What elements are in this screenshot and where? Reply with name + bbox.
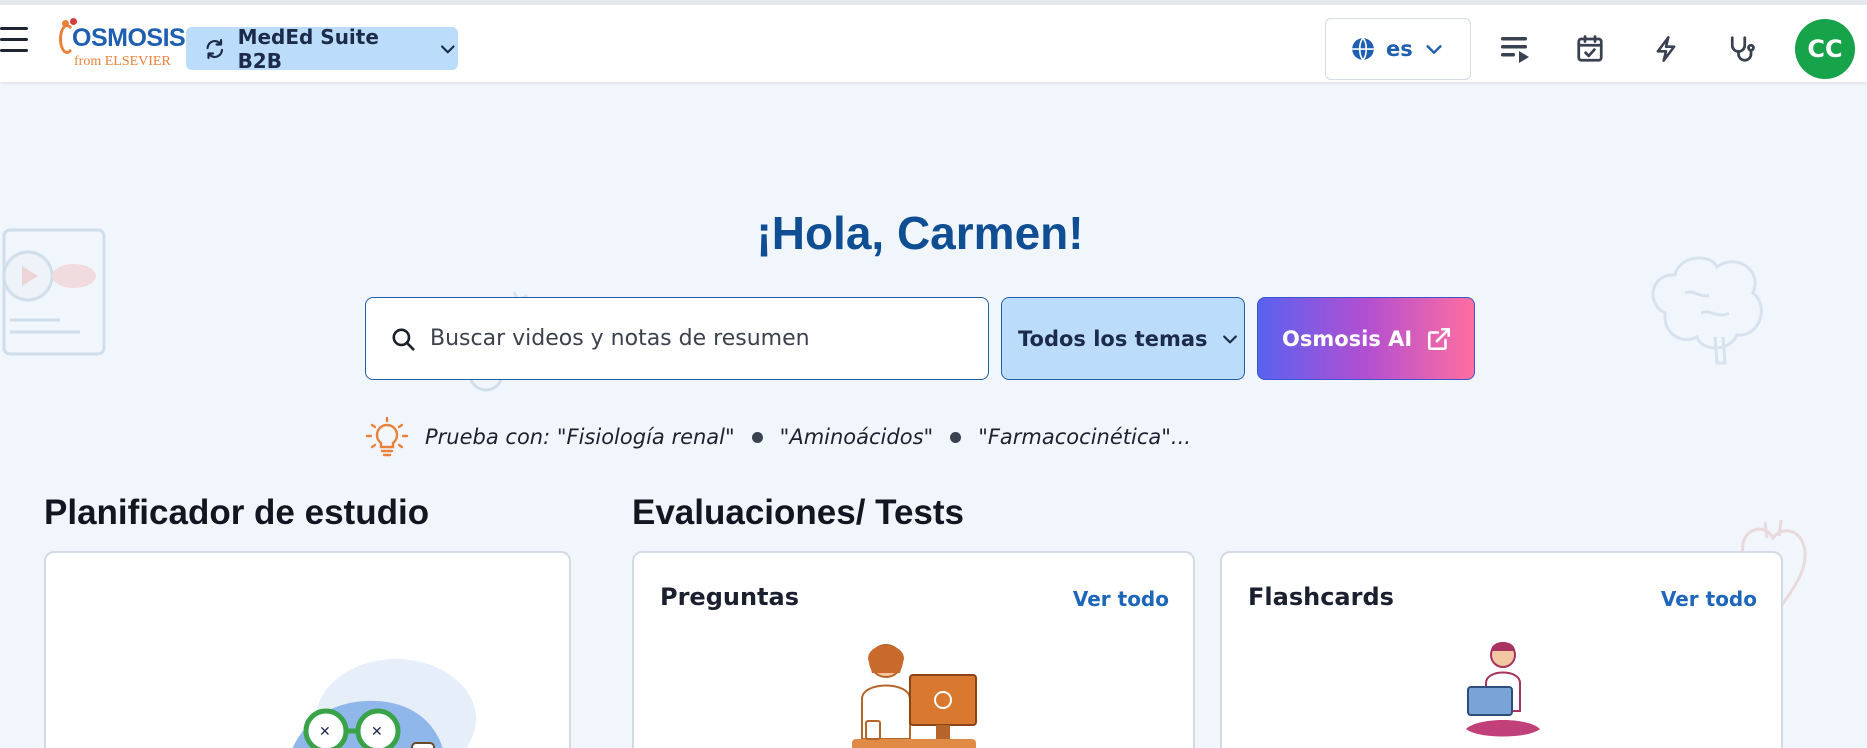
chevron-down-icon (441, 44, 455, 53)
topics-label: Todos los temas (1018, 326, 1208, 351)
search-icon (392, 327, 415, 351)
search-suggestions: Prueba con: "Fisiología renal" "Aminoáci… (365, 417, 1191, 457)
stethoscope-icon[interactable] (1724, 32, 1758, 66)
suite-label: MedEd Suite B2B (237, 24, 379, 73)
student-computer-illustration (852, 644, 977, 748)
topics-dropdown[interactable]: Todos los temas (1001, 297, 1245, 380)
study-planner-title: Planificador de estudio (44, 493, 430, 532)
questions-card-title: Preguntas (660, 583, 800, 611)
chevron-down-icon (1426, 45, 1442, 54)
suggestion-fisiologia-renal[interactable]: Prueba con: "Fisiología renal" (425, 425, 735, 449)
study-mascot-illustration: ✕ ✕ (292, 659, 476, 748)
study-planner-card[interactable]: ✕ ✕ (44, 551, 571, 748)
calendar-check-icon[interactable] (1573, 32, 1607, 66)
suggestion-aminoacidos[interactable]: "Aminoácidos" (780, 425, 934, 449)
flashcards-view-all-link[interactable]: Ver todo (1661, 587, 1757, 611)
language-label: es (1386, 37, 1413, 61)
search-input[interactable] (430, 326, 950, 351)
student-laptop-illustration (1466, 642, 1540, 737)
assessments-title: Evaluaciones/ Tests (632, 493, 965, 532)
lightbulb-icon (365, 417, 409, 457)
language-selector[interactable]: es (1325, 18, 1471, 80)
logo-text: OSMOSIS (72, 24, 186, 52)
globe-icon (1352, 37, 1374, 61)
flashcards-card: Flashcards Ver todo (1220, 551, 1783, 748)
svg-text:✕: ✕ (319, 724, 331, 740)
chevron-down-icon (1222, 334, 1237, 343)
suggestion-farmacocinetica[interactable]: "Farmacocinética"... (978, 425, 1191, 449)
bolt-icon[interactable] (1649, 32, 1683, 66)
flashcards-card-title: Flashcards (1248, 583, 1394, 611)
osmosis-ai-button[interactable]: Osmosis AI (1257, 297, 1475, 380)
sync-icon (206, 38, 224, 59)
search-box (365, 297, 989, 380)
playlist-icon[interactable] (1498, 32, 1532, 66)
svg-text:✕: ✕ (371, 724, 383, 740)
menu-icon[interactable] (0, 27, 28, 57)
brain-decoration (1651, 256, 1763, 365)
osmosis-ai-label: Osmosis AI (1282, 326, 1413, 351)
questions-card: Preguntas Ver todo (632, 551, 1195, 748)
separator-dot (751, 431, 763, 443)
greeting-heading: ¡Hola, Carmen! (756, 207, 1084, 259)
osmosis-logo[interactable]: OSMOSIS from ELSEVIER (58, 18, 186, 76)
user-avatar[interactable]: CC (1795, 19, 1855, 79)
suite-selector-button[interactable]: MedEd Suite B2B (186, 24, 458, 73)
top-navigation-bar: OSMOSIS from ELSEVIER MedEd Suite B2B es (0, 0, 1867, 82)
external-link-icon (1428, 327, 1451, 350)
questions-view-all-link[interactable]: Ver todo (1073, 587, 1169, 611)
logo-subtext: from ELSEVIER (74, 54, 171, 69)
separator-dot (950, 431, 962, 443)
